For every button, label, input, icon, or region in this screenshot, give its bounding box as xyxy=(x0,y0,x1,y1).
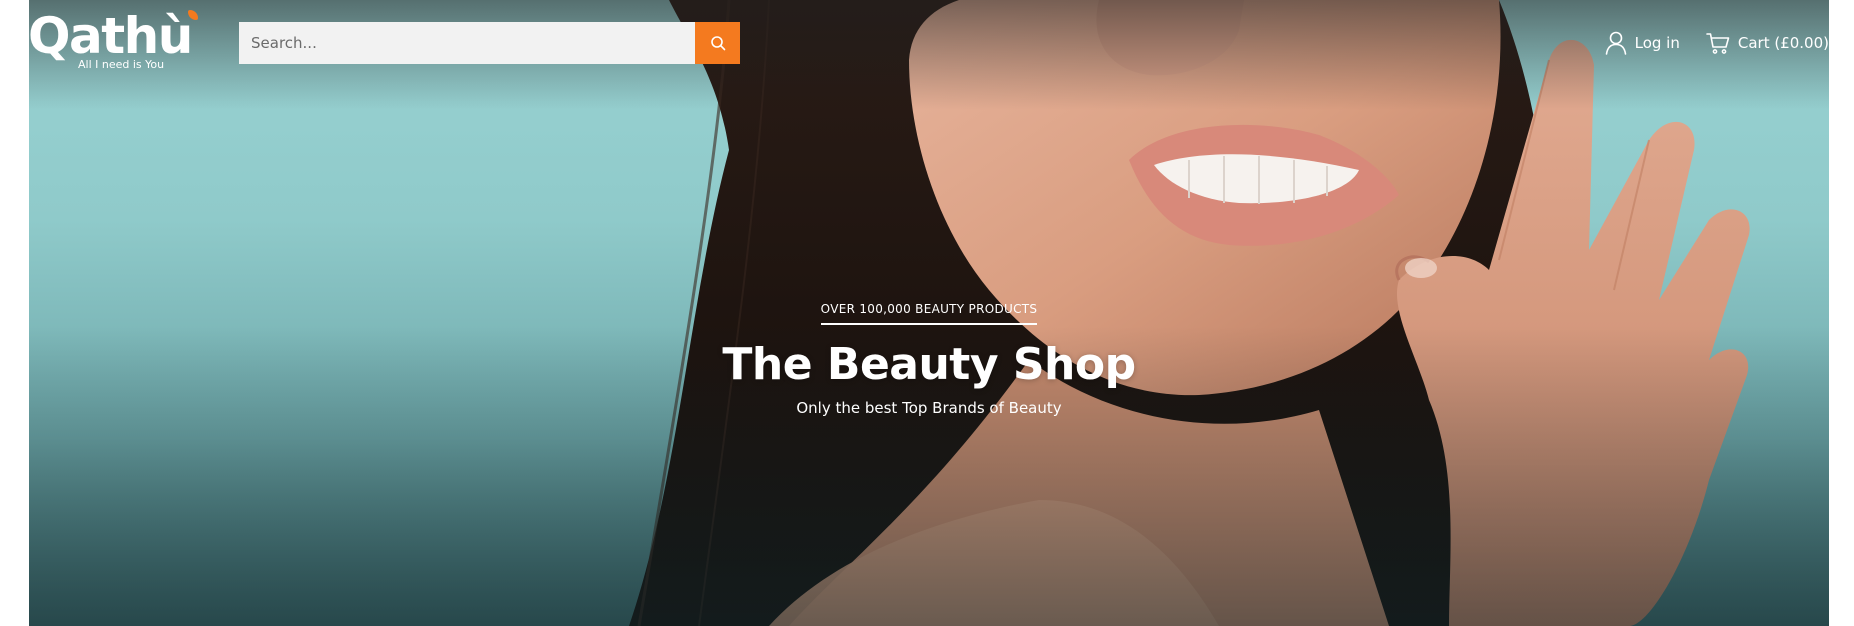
brand-name: Qathù xyxy=(28,7,193,65)
site-header: Qathù All I need is You Log in xyxy=(0,0,1854,90)
user-icon xyxy=(1605,31,1626,55)
cart-icon xyxy=(1706,33,1730,54)
login-label: Log in xyxy=(1634,34,1680,52)
hero-subtitle: Only the best Top Brands of Beauty xyxy=(796,399,1062,417)
search-input[interactable] xyxy=(239,22,695,64)
page: OVER 100,000 BEAUTY PRODUCTS The Beauty … xyxy=(0,0,1854,626)
brand-tagline: All I need is You xyxy=(78,58,165,71)
hero-banner: OVER 100,000 BEAUTY PRODUCTS The Beauty … xyxy=(29,0,1829,626)
hero-eyebrow: OVER 100,000 BEAUTY PRODUCTS xyxy=(820,302,1038,325)
brand-logo[interactable]: Qathù All I need is You xyxy=(28,6,203,76)
login-link[interactable]: Log in xyxy=(1605,31,1680,55)
hero-title: The Beauty Shop xyxy=(722,339,1136,390)
header-actions: Log in Cart (£0.00) xyxy=(1605,26,1829,60)
cart-label: Cart (£0.00) xyxy=(1737,34,1829,52)
search-icon xyxy=(710,36,725,51)
cart-link[interactable]: Cart (£0.00) xyxy=(1706,31,1829,55)
search-form xyxy=(239,22,740,64)
search-button[interactable] xyxy=(695,22,740,64)
hero-content: OVER 100,000 BEAUTY PRODUCTS The Beauty … xyxy=(29,300,1829,417)
